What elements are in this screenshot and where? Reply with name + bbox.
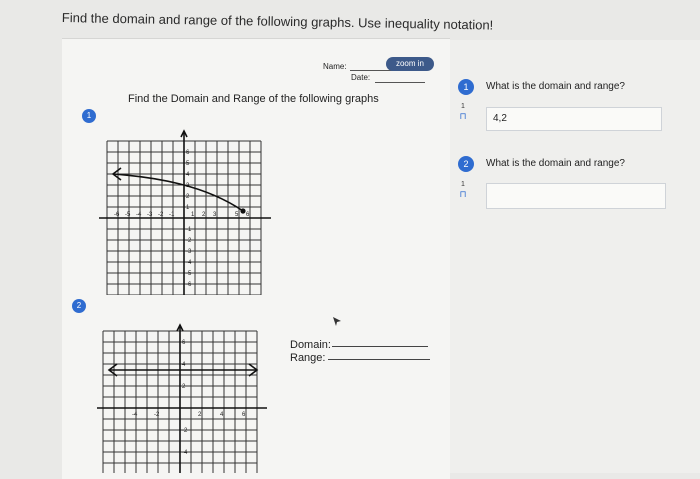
graph2-badge: 2	[72, 299, 86, 313]
graph1-x-tick-label: -4	[136, 212, 142, 218]
graph1-y-tick-label: -5	[186, 271, 192, 277]
graph2-y-tick-label: -2	[182, 428, 188, 434]
graph1-x-tick-label: -2	[158, 212, 164, 218]
question-2-answer-input[interactable]	[486, 183, 666, 209]
date-line	[375, 82, 425, 83]
zoom-in-button[interactable]: zoom in	[386, 57, 434, 71]
flag-icon: ⊓	[459, 189, 467, 199]
graph1-x-tick-label: -3	[147, 212, 153, 218]
graph1-x-tick-label: -6	[114, 212, 120, 218]
graph1-x-tick-label: 2	[202, 212, 206, 218]
name-label: Name:	[323, 62, 347, 71]
graph1-y-tick-label: 5	[186, 161, 190, 167]
graph2-y-tick-label: 2	[182, 384, 186, 390]
graph1-y-tick-label: 4	[186, 172, 190, 178]
graph1-x-tick-label: 6	[246, 212, 250, 218]
graph1-y-tick-label: -3	[186, 249, 192, 255]
flag-icon: ⊓	[459, 111, 467, 121]
graph1-x-tick-label: -1	[169, 212, 175, 218]
pointer-icon	[333, 317, 341, 326]
question-1-badge: 1	[458, 79, 474, 95]
question-2-text: What is the domain and range?	[486, 158, 625, 169]
range-label: Range:	[290, 352, 326, 364]
domain-label: Domain:	[290, 339, 331, 351]
graph1-y-tick-label: -6	[186, 282, 192, 288]
graph1-y-tick-label: -1	[186, 227, 192, 233]
graph2-x-ticks: -4 -2 2 4 6	[132, 412, 246, 418]
graph2-x-tick-label: 2	[198, 412, 202, 418]
date-label: Date:	[351, 73, 371, 82]
question-1-text: What is the domain and range?	[486, 81, 625, 92]
graph1-x-tick-label: 3	[213, 212, 217, 218]
page-title: Find the domain and range of the followi…	[61, 10, 494, 33]
domain-answer-line	[332, 346, 428, 347]
graph2-y-tick-label: -4	[182, 450, 188, 456]
graph1: 6 5 4 3 2 1 -1 -2 -3 -4 -5 -6 -6 -5 -4 -3 -2 -1 1 2 3 5 6	[99, 129, 271, 295]
graph2: 6 4 2 -2 -4 -4 -2 2 4 6	[97, 323, 267, 473]
graph1-y-tick-label: 1	[186, 205, 190, 211]
graph2-x-tick-label: -4	[132, 412, 138, 418]
graph2-y-ticks: 6 4 2 -2 -4	[182, 340, 188, 456]
question-2-flag-number: 1	[461, 181, 465, 188]
graph1-x-ticks: -6 -5 -4 -3 -2 -1 1 2 3 5 6	[114, 212, 250, 218]
graph1-curve	[112, 173, 244, 212]
graph2-x-tick-label: 6	[242, 412, 246, 418]
graph1-y-tick-label: -4	[186, 260, 192, 266]
graph2-x-tick-label: -2	[154, 412, 160, 418]
graph1-x-tick-label: 1	[191, 212, 195, 218]
questions-panel	[450, 40, 700, 473]
question-2-badge: 2	[458, 156, 474, 172]
range-answer-line	[328, 359, 430, 360]
graph2-x-tick-label: 4	[220, 412, 224, 418]
worksheet-title: Find the Domain and Range of the followi…	[128, 93, 379, 105]
graph1-y-tick-label: 2	[186, 194, 190, 200]
graph1-x-tick-label: -5	[125, 212, 131, 218]
graph1-y-ticks: 654321-1-2-3-4-5-6	[186, 150, 192, 288]
graph1-badge: 1	[82, 109, 96, 123]
graph2-y-tick-label: 6	[182, 340, 186, 346]
question-1-answer-input[interactable]: 4,2	[486, 107, 662, 131]
graph1-x-tick-label: 5	[235, 212, 239, 218]
question-1-flag[interactable]: 1 ⊓	[458, 103, 468, 121]
question-1-flag-number: 1	[461, 103, 465, 110]
graph1-endpoint	[240, 208, 246, 214]
graph1-y-tick-label: 6	[186, 150, 190, 156]
graph1-y-tick-label: -2	[186, 238, 192, 244]
question-2-flag[interactable]: 1 ⊓	[458, 181, 468, 199]
graph2-y-tick-label: 4	[182, 362, 186, 368]
